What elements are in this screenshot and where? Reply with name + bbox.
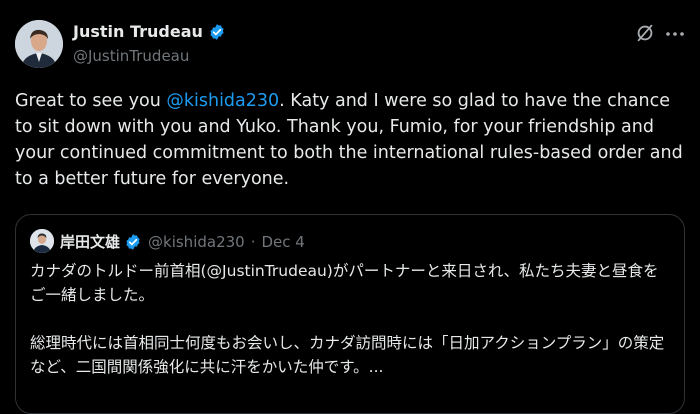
quoted-date[interactable]: Dec 4 <box>261 233 304 251</box>
more-options-icon[interactable] <box>664 26 686 40</box>
tweet-text: Great to see you @kishida230. Katy and I… <box>15 88 685 192</box>
verified-badge-icon[interactable] <box>208 23 226 41</box>
quoted-handle[interactable]: @kishida230 <box>148 233 245 251</box>
mention-link[interactable]: @kishida230 <box>166 91 279 111</box>
grok-icon[interactable] <box>634 22 656 44</box>
author-avatar[interactable] <box>15 20 63 68</box>
quoted-tweet[interactable]: 岸田文雄 @kishida230 · Dec 4 カナダのトルドー前首相(@Ju… <box>15 214 685 414</box>
quoted-text: カナダのトルドー前首相(@JustinTrudeau)がパートナーと来日され、私… <box>30 262 665 376</box>
verified-badge-icon[interactable] <box>124 233 142 251</box>
author-name-row: Justin Trudeau <box>73 22 226 41</box>
quoted-display-name[interactable]: 岸田文雄 <box>60 231 120 252</box>
author-handle[interactable]: @JustinTrudeau <box>73 47 189 65</box>
tweet-text-part: Great to see you <box>15 91 167 111</box>
author-display-name[interactable]: Justin Trudeau <box>73 22 203 41</box>
meta-separator: · <box>250 232 256 251</box>
quoted-author-avatar[interactable] <box>30 229 54 253</box>
quoted-header: 岸田文雄 @kishida230 · Dec 4 <box>60 231 305 252</box>
